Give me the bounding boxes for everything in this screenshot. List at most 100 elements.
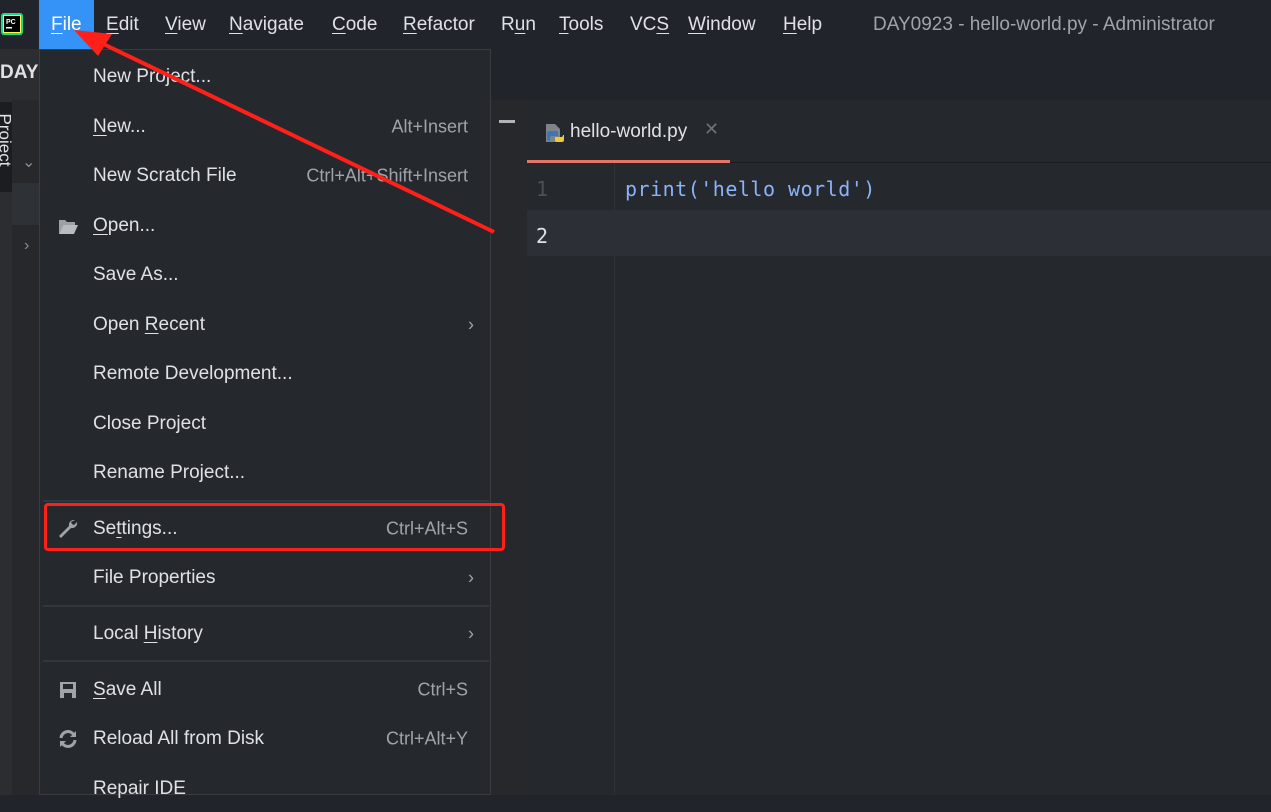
menu-item-label: Save All bbox=[93, 679, 162, 701]
menu-window-label: indow bbox=[705, 14, 756, 35]
project-panel-header bbox=[490, 100, 528, 795]
chevron-right-icon[interactable]: › bbox=[24, 237, 29, 255]
menu-item-label: Open Recent bbox=[93, 314, 205, 336]
window-title: DAY0923 - hello-world.py - Administrator bbox=[873, 14, 1215, 35]
label-pre: Local bbox=[93, 623, 144, 644]
settings-highlight-annotation bbox=[44, 503, 505, 551]
label-rest: istory bbox=[157, 623, 203, 644]
menu-view-mnemonic: V bbox=[165, 14, 178, 35]
menu-tools-mnemonic: T bbox=[559, 14, 569, 35]
menu-item-shortcut: Ctrl+S bbox=[417, 679, 468, 700]
label-rest: ew... bbox=[106, 116, 146, 137]
menu-code-label: ode bbox=[345, 14, 378, 35]
menu-tools[interactable]: Tools bbox=[547, 0, 615, 49]
chevron-right-icon: › bbox=[468, 623, 474, 644]
menu-refactor[interactable]: Refactor bbox=[391, 0, 487, 49]
menu-item-label: New... bbox=[93, 116, 146, 138]
menu-item-file-properties[interactable]: File Properties › bbox=[40, 555, 492, 601]
menu-edit[interactable]: Edit bbox=[94, 0, 151, 49]
menu-file-label: ile bbox=[62, 14, 82, 35]
menu-item-new[interactable]: New... Alt+Insert bbox=[40, 104, 492, 150]
reload-icon bbox=[59, 730, 77, 748]
chevron-right-icon: › bbox=[468, 314, 474, 335]
menu-edit-mnemonic: E bbox=[106, 14, 119, 35]
menu-code[interactable]: Code bbox=[320, 0, 389, 49]
menu-item-label: Repair IDE bbox=[93, 778, 186, 799]
menu-item-label: Save As... bbox=[93, 264, 179, 285]
menu-navigate-label: avigate bbox=[242, 14, 305, 35]
svg-text:PC: PC bbox=[6, 19, 16, 26]
menu-item-remote-development[interactable]: Remote Development... bbox=[40, 351, 492, 397]
mnemonic: N bbox=[93, 116, 107, 137]
menu-navigate[interactable]: Navigate bbox=[217, 0, 316, 49]
project-tool-window-label: Project bbox=[0, 113, 15, 167]
label-rest: pen... bbox=[107, 215, 156, 236]
menu-item-close-project[interactable]: Close Project bbox=[40, 401, 492, 447]
menu-item-label: Open... bbox=[93, 215, 155, 237]
menu-item-save-as[interactable]: Save As... bbox=[40, 252, 492, 298]
label-rest: ave All bbox=[105, 679, 162, 700]
menu-bar: PC File Edit View Navigate Code Refactor… bbox=[0, 0, 1271, 49]
menu-item-label: New Scratch File bbox=[93, 165, 237, 186]
menu-item-rename-project[interactable]: Rename Project... bbox=[40, 450, 492, 496]
menu-run[interactable]: Run bbox=[489, 0, 548, 49]
python-file-icon bbox=[546, 124, 564, 142]
menu-view-label: iew bbox=[177, 14, 206, 35]
menu-edit-label: dit bbox=[118, 14, 139, 35]
menu-refactor-mnemonic: R bbox=[403, 14, 417, 35]
menu-item-label: Remote Development... bbox=[93, 363, 293, 384]
chevron-down-icon[interactable]: ⌄ bbox=[22, 152, 35, 172]
menu-item-open[interactable]: Open... bbox=[40, 203, 492, 249]
menu-refactor-label: efactor bbox=[416, 14, 475, 35]
menu-item-label: Reload All from Disk bbox=[93, 728, 265, 749]
label-pre: Open bbox=[93, 314, 145, 335]
menu-item-local-history[interactable]: Local History › bbox=[40, 611, 492, 657]
menu-separator bbox=[43, 500, 489, 502]
mnemonic: H bbox=[143, 623, 158, 644]
menu-vcs-prefix: VC bbox=[630, 14, 657, 35]
close-tab-icon[interactable]: ✕ bbox=[704, 119, 719, 140]
menu-separator bbox=[43, 605, 489, 607]
label-rest: ecent bbox=[158, 314, 205, 335]
menu-item-reload-all[interactable]: Reload All from Disk Ctrl+Alt+Y bbox=[40, 716, 492, 762]
code-text[interactable]: print('hello world') bbox=[625, 177, 876, 201]
editor-gutter bbox=[527, 163, 615, 795]
menu-vcs[interactable]: VCS bbox=[618, 0, 681, 49]
menu-help[interactable]: Help bbox=[771, 0, 834, 49]
menu-help-label: elp bbox=[796, 14, 823, 35]
line-number: 1 bbox=[536, 177, 549, 201]
menu-item-save-all[interactable]: Save All Ctrl+S bbox=[40, 667, 492, 713]
menu-item-new-project[interactable]: New Project... bbox=[40, 54, 492, 100]
menu-item-shortcut: Alt+Insert bbox=[391, 116, 468, 137]
menu-item-label: Rename Project... bbox=[93, 462, 246, 483]
menu-item-label: File Properties bbox=[93, 567, 216, 588]
minimize-icon[interactable] bbox=[499, 120, 515, 123]
menu-item-label: Close Project bbox=[93, 413, 206, 434]
menu-code-mnemonic: C bbox=[332, 14, 346, 35]
pycharm-logo-icon: PC bbox=[1, 13, 23, 35]
save-icon bbox=[60, 682, 76, 698]
menu-view[interactable]: View bbox=[153, 0, 218, 49]
project-tree-row-selected[interactable] bbox=[12, 183, 40, 225]
menu-item-repair-ide[interactable]: Repair IDE bbox=[40, 766, 492, 812]
line-number: 2 bbox=[536, 224, 549, 248]
editor-tab-label: hello-world.py bbox=[570, 121, 688, 142]
mnemonic: R bbox=[144, 314, 159, 335]
file-menu-dropdown: New Project... New... Alt+Insert New Scr… bbox=[39, 49, 492, 799]
menu-help-mnemonic: H bbox=[783, 14, 797, 35]
menu-navigate-mnemonic: N bbox=[229, 14, 243, 35]
menu-item-new-scratch-file[interactable]: New Scratch File Ctrl+Alt+Shift+Insert bbox=[40, 153, 492, 199]
menu-item-open-recent[interactable]: Open Recent › bbox=[40, 302, 492, 348]
mnemonic: O bbox=[93, 215, 108, 236]
menu-file-mnemonic: F bbox=[51, 14, 63, 35]
menu-item-label: Local History bbox=[93, 623, 203, 645]
chevron-right-icon: › bbox=[468, 567, 474, 588]
menu-vcs-mnemonic: S bbox=[656, 14, 670, 35]
code-line-current[interactable] bbox=[527, 210, 1271, 256]
mnemonic: S bbox=[93, 679, 106, 700]
menu-tools-label: ools bbox=[568, 14, 604, 35]
menu-run-mnemonic: u bbox=[514, 14, 526, 35]
menu-run-prefix: R bbox=[501, 14, 515, 35]
menu-window[interactable]: Window bbox=[676, 0, 768, 49]
menu-file[interactable]: File bbox=[39, 0, 94, 49]
